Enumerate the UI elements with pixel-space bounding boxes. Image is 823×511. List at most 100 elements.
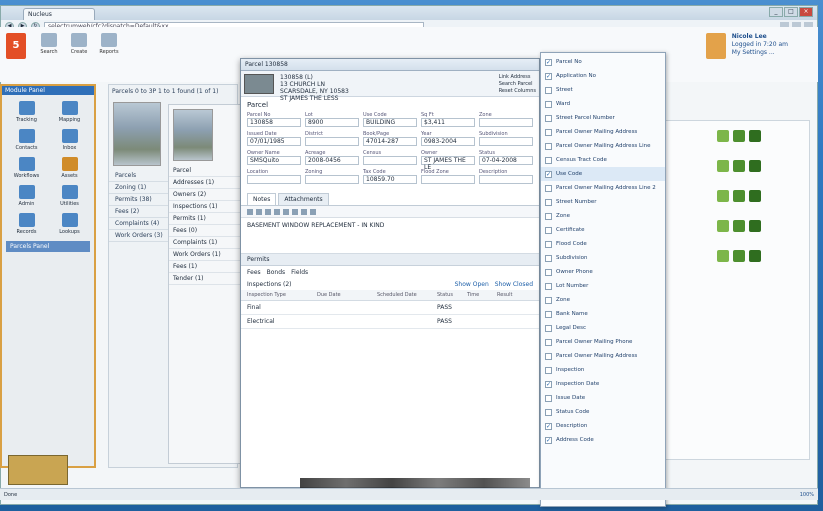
tab-attachments[interactable]: Attachments xyxy=(278,193,329,205)
menu-item[interactable]: ✓ Inspection Date xyxy=(541,377,665,391)
checkbox[interactable]: ✓ xyxy=(545,72,552,80)
link-icon[interactable] xyxy=(749,130,761,142)
field-value[interactable] xyxy=(479,175,533,184)
checkbox[interactable] xyxy=(545,114,552,122)
menu-item[interactable]: Issue Date xyxy=(541,391,665,405)
table-row[interactable]: Final PASS xyxy=(241,301,539,315)
checkbox[interactable] xyxy=(545,268,552,276)
list-item[interactable]: Work Orders (1) xyxy=(169,249,247,261)
checkbox[interactable] xyxy=(545,394,552,402)
checkbox[interactable]: ✓ xyxy=(545,436,552,444)
menu-item[interactable]: Street Number xyxy=(541,195,665,209)
menu-item[interactable]: Lot Number xyxy=(541,279,665,293)
leaf-icon[interactable] xyxy=(717,190,729,202)
checkbox[interactable] xyxy=(545,240,552,248)
browser-tab[interactable]: Nucleus xyxy=(23,8,95,20)
link-icon[interactable] xyxy=(749,250,761,262)
minimize-button[interactable]: _ xyxy=(769,7,783,17)
tab-notes[interactable]: Notes xyxy=(247,193,277,205)
show-open-link[interactable]: Show Open xyxy=(455,281,489,288)
checkbox[interactable]: ✓ xyxy=(545,170,552,178)
sidebar-item-workflows[interactable]: Workflows xyxy=(6,157,47,179)
leaf-icon[interactable] xyxy=(717,250,729,262)
menu-item[interactable]: Parcel Owner Mailing Address Line xyxy=(541,139,665,153)
sidebar-item-inbox[interactable]: Inbox xyxy=(49,129,90,151)
toolbar-create[interactable]: Create xyxy=(66,33,92,55)
checkbox[interactable] xyxy=(545,310,552,318)
menu-item[interactable]: Census Tract Code xyxy=(541,153,665,167)
align-center-icon[interactable] xyxy=(292,208,298,215)
sidebar-item-assets[interactable]: Assets xyxy=(49,157,90,179)
checkbox[interactable] xyxy=(545,142,552,150)
list-item[interactable]: Owners (2) xyxy=(169,189,247,201)
checkbox[interactable] xyxy=(545,366,552,374)
font-color-icon[interactable] xyxy=(274,208,280,215)
edit-icon[interactable] xyxy=(733,160,745,172)
list-item[interactable]: Addresses (1) xyxy=(169,177,247,189)
edit-icon[interactable] xyxy=(733,190,745,202)
menu-item[interactable]: Parcel Owner Mailing Address xyxy=(541,349,665,363)
menu-item[interactable]: Flood Code xyxy=(541,237,665,251)
menu-item[interactable]: ✓ Parcel No xyxy=(541,55,665,69)
italic-icon[interactable] xyxy=(256,208,262,215)
menu-item[interactable]: ✓ Address Code xyxy=(541,433,665,447)
sidebar-item-contacts[interactable]: Contacts xyxy=(6,129,47,151)
checkbox[interactable] xyxy=(545,254,552,262)
field-value[interactable]: $3,411 xyxy=(421,118,475,127)
menu-item[interactable]: Parcel Owner Mailing Address xyxy=(541,125,665,139)
sidebar-item-admin[interactable]: Admin xyxy=(6,185,47,207)
menu-item[interactable]: Status Code xyxy=(541,405,665,419)
field-value[interactable]: 2008-0456 xyxy=(305,156,359,165)
edit-icon[interactable] xyxy=(733,250,745,262)
checkbox[interactable]: ✓ xyxy=(545,58,552,66)
menu-item[interactable]: Parcel Owner Mailing Phone xyxy=(541,335,665,349)
menu-item[interactable]: Street Parcel Number xyxy=(541,111,665,125)
checkbox[interactable] xyxy=(545,408,552,416)
field-value[interactable] xyxy=(305,175,359,184)
checkbox[interactable] xyxy=(545,156,552,164)
menu-item[interactable]: ✓ Description xyxy=(541,419,665,433)
parcel-thumbnail[interactable] xyxy=(244,74,274,94)
checkbox[interactable] xyxy=(545,212,552,220)
checkbox[interactable]: ✓ xyxy=(545,380,552,388)
menu-item[interactable]: Owner Phone xyxy=(541,265,665,279)
link-icon[interactable] xyxy=(310,208,316,215)
checkbox[interactable] xyxy=(545,226,552,234)
field-value[interactable] xyxy=(479,137,533,146)
checkbox[interactable] xyxy=(545,184,552,192)
menu-item[interactable]: Street xyxy=(541,83,665,97)
desktop-shortcut-icon[interactable] xyxy=(8,455,68,485)
checkbox[interactable] xyxy=(545,198,552,206)
field-value[interactable]: ST JAMES THE LE xyxy=(421,156,475,171)
toolbar-reports[interactable]: Reports xyxy=(96,33,122,55)
checkbox[interactable] xyxy=(545,352,552,360)
close-button[interactable]: × xyxy=(799,7,813,17)
menu-item[interactable]: ✓ Application No xyxy=(541,69,665,83)
settings-link[interactable]: My Settings ... xyxy=(732,49,788,57)
field-value[interactable] xyxy=(247,175,301,184)
link-icon[interactable] xyxy=(749,220,761,232)
menu-item[interactable]: Zone xyxy=(541,293,665,307)
menu-item[interactable]: Zone xyxy=(541,209,665,223)
sidebar-item-utilities[interactable]: Utilities xyxy=(49,185,90,207)
leaf-icon[interactable] xyxy=(717,130,729,142)
leaf-icon[interactable] xyxy=(717,160,729,172)
list-item[interactable]: Parcel xyxy=(169,165,247,177)
checkbox[interactable]: ✓ xyxy=(545,422,552,430)
leaf-icon[interactable] xyxy=(717,220,729,232)
menu-item[interactable]: Bank Name xyxy=(541,307,665,321)
edit-icon[interactable] xyxy=(733,220,745,232)
align-left-icon[interactable] xyxy=(283,208,289,215)
sidebar-item-records[interactable]: Records xyxy=(6,213,47,235)
list-item[interactable]: Tender (1) xyxy=(169,273,247,285)
tab-fees[interactable]: Fees xyxy=(247,269,261,276)
field-value[interactable] xyxy=(363,156,417,165)
menu-item[interactable]: Parcel Owner Mailing Address Line 2 xyxy=(541,181,665,195)
field-value[interactable]: 07/01/1985 xyxy=(247,137,301,146)
tab-bonds[interactable]: Bonds xyxy=(267,269,286,276)
field-value[interactable]: 130858 xyxy=(247,118,301,127)
link-icon[interactable] xyxy=(749,190,761,202)
search-parcel-button[interactable]: Search Parcel xyxy=(499,81,536,88)
list-item[interactable]: Permits (1) xyxy=(169,213,247,225)
field-value[interactable]: BUILDING xyxy=(363,118,417,127)
